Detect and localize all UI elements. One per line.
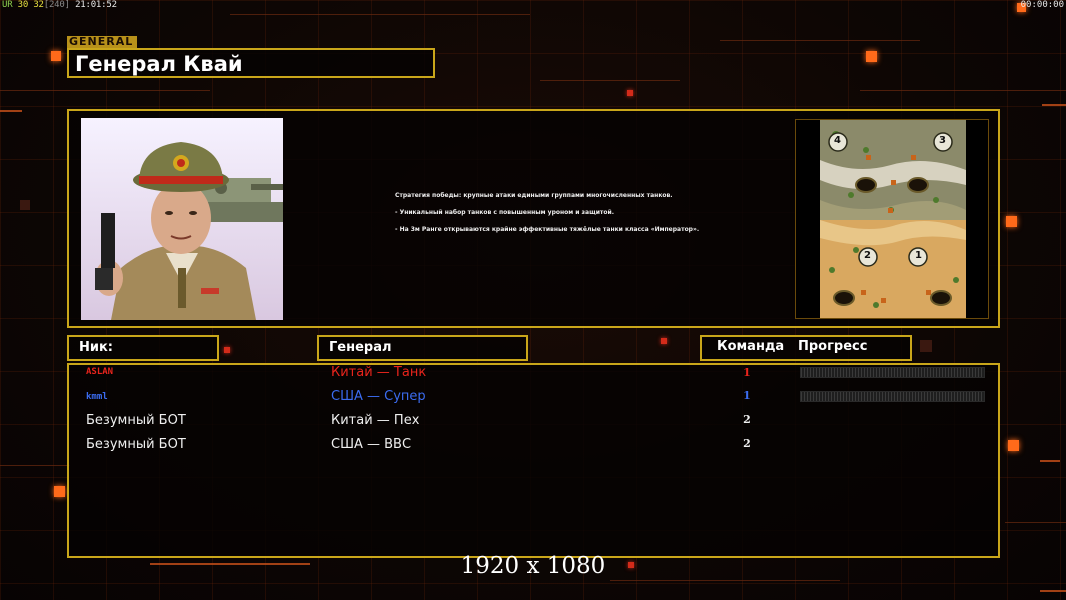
team-progress-header: Команда Прогресс bbox=[700, 335, 912, 361]
deco-square bbox=[51, 51, 61, 61]
deco-line bbox=[0, 465, 70, 466]
general-portrait-icon bbox=[81, 118, 283, 320]
player-team: 1 bbox=[743, 389, 751, 402]
deco-line bbox=[1040, 590, 1066, 592]
fps-value: 30 bbox=[17, 0, 29, 10]
game-lobby-screen: UR 30 32[240] 21:01:52 00:00:00 GENERAL … bbox=[0, 0, 1066, 600]
clock: 21:01:52 bbox=[75, 0, 117, 10]
player-general: США — ВВС bbox=[331, 437, 412, 452]
deco-line bbox=[860, 90, 1066, 91]
general-description: Стратегия победы: крупные атаки едиными … bbox=[395, 192, 725, 243]
general-header: Генерал bbox=[317, 335, 528, 361]
player-team: 2 bbox=[743, 437, 751, 450]
player-team: 1 bbox=[743, 366, 751, 379]
description-line: - На 3м Ранге открываются крайне эффекти… bbox=[395, 226, 700, 233]
game-timer: 00:00:00 bbox=[1020, 0, 1064, 10]
fps-bracket: [240] bbox=[43, 0, 70, 10]
ur-label: UR bbox=[2, 0, 13, 10]
start-position-label: 3 bbox=[939, 135, 946, 146]
player-progress-bar bbox=[800, 367, 985, 378]
player-general: Китай — Пех bbox=[331, 413, 420, 428]
resolution-label: 1920 x 1080 bbox=[460, 553, 606, 579]
deco-square bbox=[1006, 216, 1017, 227]
deco-line bbox=[540, 80, 680, 81]
start-position-label: 2 bbox=[864, 250, 871, 261]
deco-square bbox=[224, 347, 230, 353]
deco-square bbox=[661, 338, 667, 344]
fps-counter: UR 30 32[240] 21:01:52 bbox=[2, 0, 117, 10]
nick-header: Ник: bbox=[67, 335, 219, 361]
fps-cap: 32 bbox=[33, 0, 44, 10]
player-nick: kmml bbox=[86, 392, 108, 402]
general-section-label: GENERAL bbox=[67, 36, 137, 48]
deco-line bbox=[0, 110, 22, 112]
player-general: Китай — Танк bbox=[331, 365, 427, 380]
player-nick: Безумный БОТ bbox=[86, 437, 186, 452]
player-team: 2 bbox=[743, 413, 751, 426]
deco-line bbox=[1005, 522, 1066, 523]
deco-line bbox=[1040, 460, 1060, 462]
deco-square bbox=[20, 200, 30, 210]
progress-header: Прогресс bbox=[798, 339, 868, 354]
general-name: Генерал Квай bbox=[75, 52, 243, 76]
deco-line bbox=[1042, 104, 1066, 106]
player-nick: ASLAN bbox=[86, 367, 114, 377]
start-position-label: 1 bbox=[915, 250, 922, 261]
deco-line bbox=[0, 90, 210, 91]
player-progress-bar bbox=[800, 391, 985, 402]
player-general: США — Супер bbox=[331, 389, 426, 404]
deco-line bbox=[610, 580, 840, 581]
deco-line bbox=[720, 40, 920, 41]
deco-square bbox=[1008, 440, 1019, 451]
description-line: Стратегия победы: крупные атаки едиными … bbox=[395, 192, 673, 199]
deco-line bbox=[230, 14, 530, 15]
start-position-label: 4 bbox=[834, 135, 841, 146]
deco-square bbox=[54, 486, 65, 497]
description-line: - Уникальный набор танков с повышенным у… bbox=[395, 209, 614, 216]
map-preview-icon: 4 3 2 1 bbox=[795, 119, 989, 319]
deco-square bbox=[866, 51, 877, 62]
team-header: Команда bbox=[717, 339, 785, 354]
deco-square bbox=[920, 340, 932, 352]
deco-square bbox=[627, 90, 633, 96]
player-nick: Безумный БОТ bbox=[86, 413, 186, 428]
